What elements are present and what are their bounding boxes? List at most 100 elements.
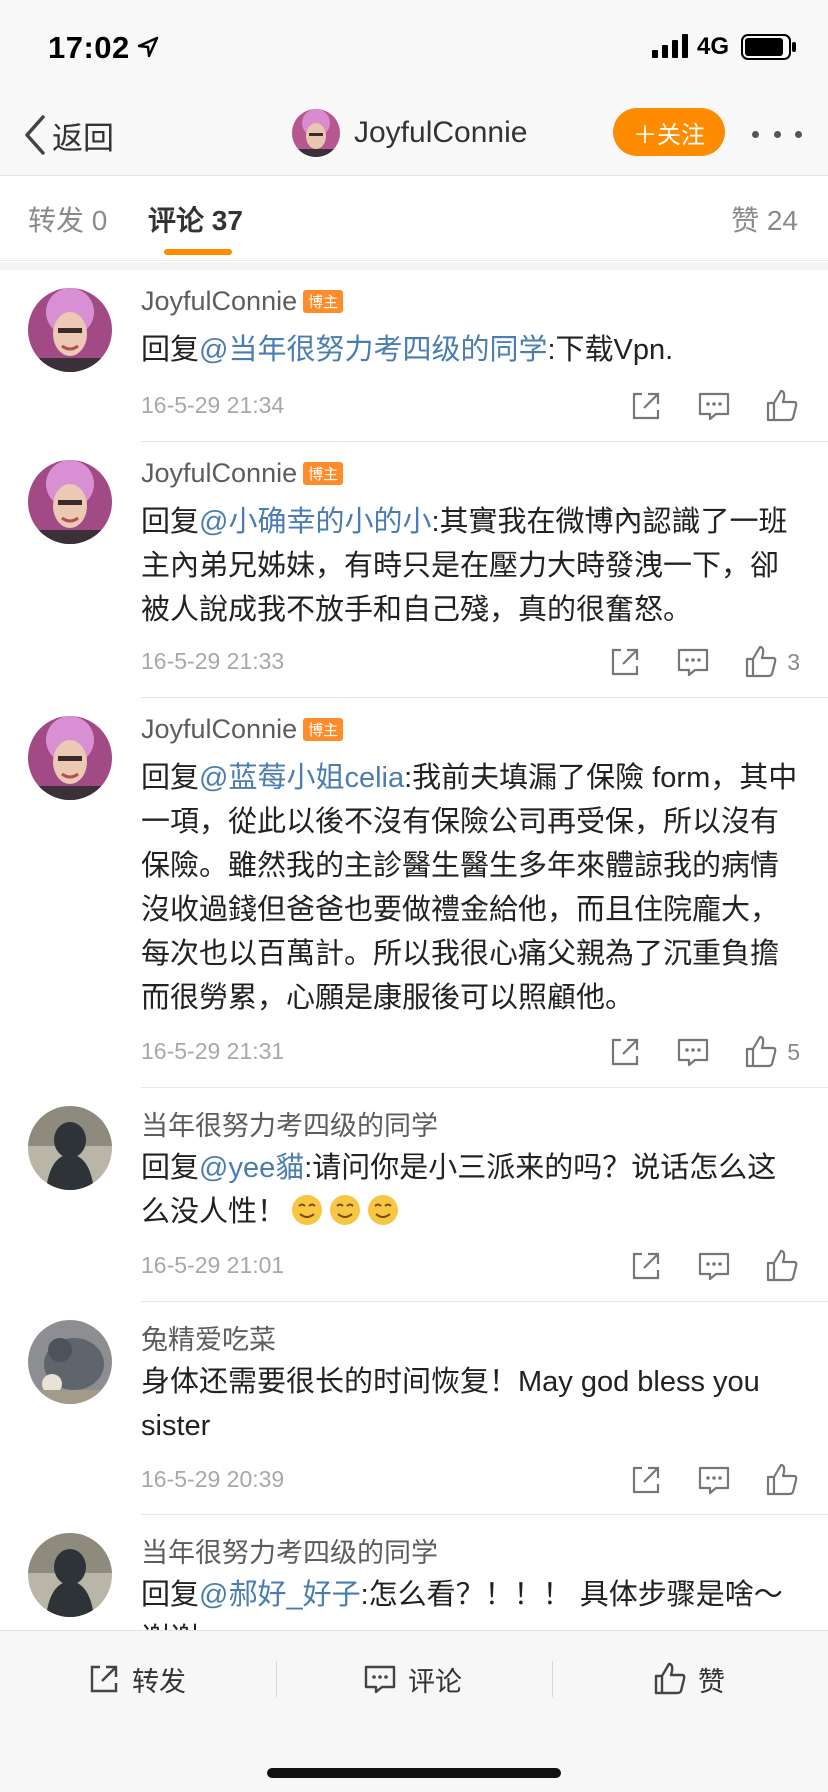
- list-item: 当年很努力考四级的同学 回复@yee貓:请问你是小三派来的吗？说话怎么这么没人性…: [0, 1088, 828, 1302]
- thumbs-up-icon: [766, 1463, 798, 1496]
- separator: [276, 1661, 277, 1697]
- like-count: 3: [787, 648, 800, 675]
- reply-prefix: 回复: [141, 1152, 200, 1184]
- avatar[interactable]: [28, 460, 112, 544]
- avatar[interactable]: [28, 1533, 112, 1617]
- like-button[interactable]: [764, 1462, 800, 1498]
- back-label: 返回: [52, 120, 114, 156]
- comment-icon[interactable]: [696, 1462, 732, 1498]
- share-icon: [90, 1665, 118, 1693]
- comment-author: JoyfulConnie 博主: [141, 714, 344, 745]
- tab-comments[interactable]: 评论 37: [148, 199, 243, 239]
- comment-author-name[interactable]: JoyfulConnie: [141, 714, 297, 744]
- like-button[interactable]: [764, 388, 800, 424]
- mention-link[interactable]: @yee貓: [199, 1152, 304, 1184]
- comment-author-name[interactable]: 当年很努力考四级的同学: [141, 1538, 438, 1568]
- comment-text: 回复@当年很努力考四级的同学:下载Vpn.: [141, 328, 801, 372]
- list-item: 兔精爱吃菜 身体还需要很长的时间恢复！May god bless you sis…: [0, 1302, 828, 1515]
- reply-prefix: 回复: [141, 334, 200, 366]
- network-type: 4G: [697, 33, 730, 60]
- comment-time: 16-5-29 21:01: [141, 1252, 285, 1278]
- home-indicator: [267, 1768, 561, 1778]
- share-icon[interactable]: [607, 1034, 643, 1070]
- active-tab-indicator: [164, 249, 232, 255]
- comment-text: 回复@蓝莓小姐celia:我前夫填漏了保險 form，其中一項，從此以後不沒有保…: [141, 756, 801, 1020]
- comment-time: 16-5-29 21:31: [141, 1038, 285, 1064]
- mention-link[interactable]: @当年很努力考四级的同学: [199, 334, 547, 366]
- share-icon[interactable]: [628, 1462, 664, 1498]
- nav-bar: 返回 JoyfulConnie ＋关注: [0, 100, 828, 176]
- repost-button[interactable]: 转发: [86, 1655, 186, 1703]
- comment-text: 回复@yee貓:请问你是小三派来的吗？说话怎么这么没人性！: [141, 1146, 801, 1234]
- comment-author: JoyfulConnie 博主: [141, 286, 344, 317]
- mention-link[interactable]: @郝好_好子: [199, 1579, 361, 1611]
- comment-text: 回复@郝好_好子:怎么看？！！！ 具体步骤是啥～谢谢: [141, 1573, 801, 1630]
- comment-label: 评论: [408, 1666, 462, 1697]
- avatar[interactable]: [28, 288, 112, 372]
- page-title: JoyfulConnie: [354, 116, 528, 149]
- author-badge: 博主: [303, 462, 344, 485]
- location-arrow-icon: [137, 36, 159, 58]
- comment-author: 当年很努力考四级的同学: [141, 1531, 438, 1570]
- mention-link[interactable]: @小确幸的小的小: [199, 506, 431, 538]
- avatar[interactable]: [28, 1320, 112, 1404]
- comment-body: 身体还需要很长的时间恢复！May god bless you sister: [141, 1366, 760, 1442]
- comment-author-name[interactable]: 兔精爱吃菜: [141, 1325, 276, 1355]
- mention-link[interactable]: @蓝莓小姐celia: [199, 762, 404, 794]
- tab-likes[interactable]: 赞 24: [731, 199, 798, 239]
- thumbs-up-icon: [654, 1662, 686, 1695]
- bottom-action-bar: 转发 评论 赞: [0, 1630, 828, 1792]
- like-button[interactable]: [764, 1248, 800, 1284]
- comment-time: 16-5-29 20:39: [141, 1466, 285, 1492]
- reply-prefix: 回复: [141, 762, 200, 794]
- comment-icon[interactable]: [696, 1248, 732, 1284]
- thumbs-up-icon: [746, 645, 777, 678]
- more-icon[interactable]: [752, 119, 802, 149]
- comment-author: JoyfulConnie 博主: [141, 458, 344, 489]
- thumbs-up-icon: [766, 389, 798, 422]
- comment-text: 回复@小确幸的小的小:其實我在微博內認識了一班主內弟兄姊妹，有時只是在壓力大時發…: [141, 500, 801, 632]
- like-count: 5: [787, 1038, 800, 1065]
- like-button[interactable]: 5: [743, 1034, 800, 1070]
- like-button[interactable]: 赞: [652, 1655, 725, 1703]
- emoji-icon: [330, 1195, 361, 1225]
- comment-time: 16-5-29 21:34: [141, 392, 285, 418]
- thumbs-up-icon: [766, 1249, 798, 1282]
- list-item: JoyfulConnie 博主 回复@当年很努力考四级的同学:下载Vpn. 16-…: [0, 270, 828, 442]
- nav-user[interactable]: JoyfulConnie: [292, 106, 527, 160]
- comment-icon[interactable]: [696, 388, 732, 424]
- avatar[interactable]: [28, 716, 112, 800]
- comment-author: 兔精爱吃菜: [141, 1318, 276, 1357]
- share-icon[interactable]: [628, 1248, 664, 1284]
- tab-bar: 转发 0 评论 37 赞 24: [0, 177, 828, 261]
- share-icon[interactable]: [607, 644, 643, 680]
- comment-icon[interactable]: [675, 644, 711, 680]
- signal-icon: [652, 34, 688, 58]
- comment-button[interactable]: 评论: [362, 1655, 462, 1703]
- list-item: 当年很努力考四级的同学 回复@郝好_好子:怎么看？！！！ 具体步骤是啥～谢谢: [0, 1515, 828, 1630]
- separator: [552, 1661, 553, 1697]
- comment-time: 16-5-29 21:33: [141, 648, 285, 674]
- avatar[interactable]: [28, 1106, 112, 1190]
- comment-body: :下载Vpn.: [547, 334, 674, 366]
- list-item: JoyfulConnie 博主 回复@蓝莓小姐celia:我前夫填漏了保險 for…: [0, 698, 828, 1088]
- comment-body: :我前夫填漏了保險 form，其中一項，從此以後不沒有保險公司再受保，所以沒有保…: [141, 762, 798, 1014]
- back-button[interactable]: 返回: [24, 110, 114, 160]
- tab-reposts[interactable]: 转发 0: [28, 199, 107, 239]
- like-button[interactable]: 3: [743, 644, 800, 680]
- reply-prefix: 回复: [141, 1579, 200, 1611]
- comment-author-name[interactable]: JoyfulConnie: [141, 286, 297, 316]
- comment-icon: [364, 1665, 396, 1694]
- share-icon[interactable]: [628, 388, 664, 424]
- comment-icon[interactable]: [675, 1034, 711, 1070]
- like-label: 赞: [698, 1666, 725, 1697]
- avatar: [292, 109, 340, 157]
- status-bar: 17:02 4G: [0, 0, 828, 100]
- comment-actions: [596, 1248, 800, 1284]
- battery-icon: [741, 34, 796, 60]
- follow-button[interactable]: ＋关注: [613, 108, 725, 156]
- comment-actions: [596, 388, 800, 424]
- status-time: 17:02: [48, 30, 130, 65]
- comment-author-name[interactable]: 当年很努力考四级的同学: [141, 1111, 438, 1141]
- comment-author-name[interactable]: JoyfulConnie: [141, 458, 297, 488]
